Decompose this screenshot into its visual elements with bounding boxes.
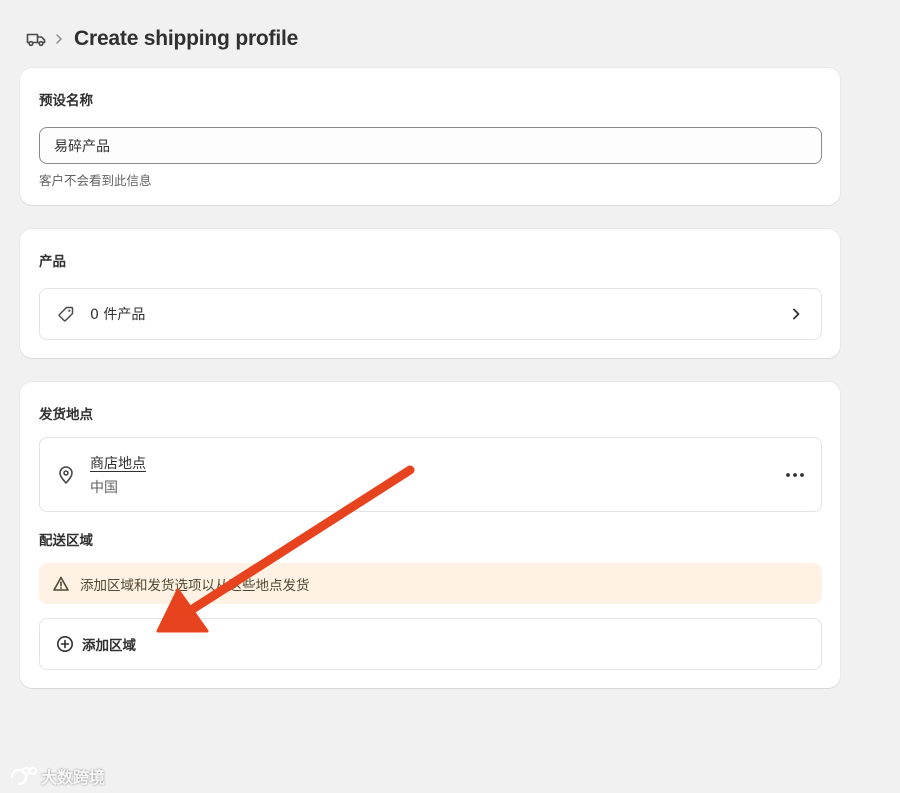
- add-zone-label: 添加区域: [82, 638, 136, 654]
- more-actions-icon[interactable]: [785, 465, 805, 485]
- page: Create shipping profile 预设名称 易碎产品 客户不会看到…: [0, 0, 900, 793]
- location-texts: 商店地点 中国: [90, 453, 146, 497]
- add-zone-button[interactable]: 添加区域: [39, 618, 822, 670]
- truck-icon[interactable]: [26, 28, 48, 50]
- watermark: 大数跨境: [8, 764, 105, 788]
- location-row: 商店地点 中国: [39, 437, 822, 512]
- page-title: Create shipping profile: [74, 27, 299, 50]
- shipping-origin-title: 发货地点: [39, 407, 93, 423]
- products-count-label: 0 件产品: [90, 307, 146, 323]
- products-title: 产品: [39, 254, 66, 270]
- shipping-zones-title: 配送区域: [39, 533, 93, 549]
- chevron-right-icon: [787, 305, 805, 323]
- watermark-text: 大数跨境: [41, 768, 106, 787]
- profile-name-help-text: 客户不会看到此信息: [39, 173, 152, 188]
- shipping-card: 发货地点 商店地点 中国 配送区域 添加区域和发货选项以从这些地点发货 添加区域: [20, 382, 840, 688]
- profile-name-card: 预设名称 易碎产品 客户不会看到此信息: [20, 68, 840, 205]
- chevron-right-icon: [54, 32, 68, 46]
- plus-circle-icon: [56, 635, 74, 653]
- warning-message: 添加区域和发货选项以从这些地点发货: [80, 577, 310, 594]
- watermark-logo-icon: [10, 766, 38, 786]
- products-row[interactable]: 0 件产品: [39, 288, 822, 340]
- tag-icon: [56, 304, 76, 324]
- location-pin-icon: [56, 465, 76, 485]
- profile-name-label: 预设名称: [39, 93, 93, 109]
- location-name-link[interactable]: 商店地点: [90, 453, 146, 473]
- warning-banner: 添加区域和发货选项以从这些地点发货: [39, 563, 822, 604]
- profile-name-value: 易碎产品: [54, 138, 110, 155]
- profile-name-input[interactable]: 易碎产品: [39, 127, 822, 164]
- location-country: 中国: [90, 479, 118, 496]
- breadcrumb: Create shipping profile: [26, 24, 298, 54]
- warning-icon: [52, 575, 70, 593]
- products-card: 产品 0 件产品: [20, 229, 840, 358]
